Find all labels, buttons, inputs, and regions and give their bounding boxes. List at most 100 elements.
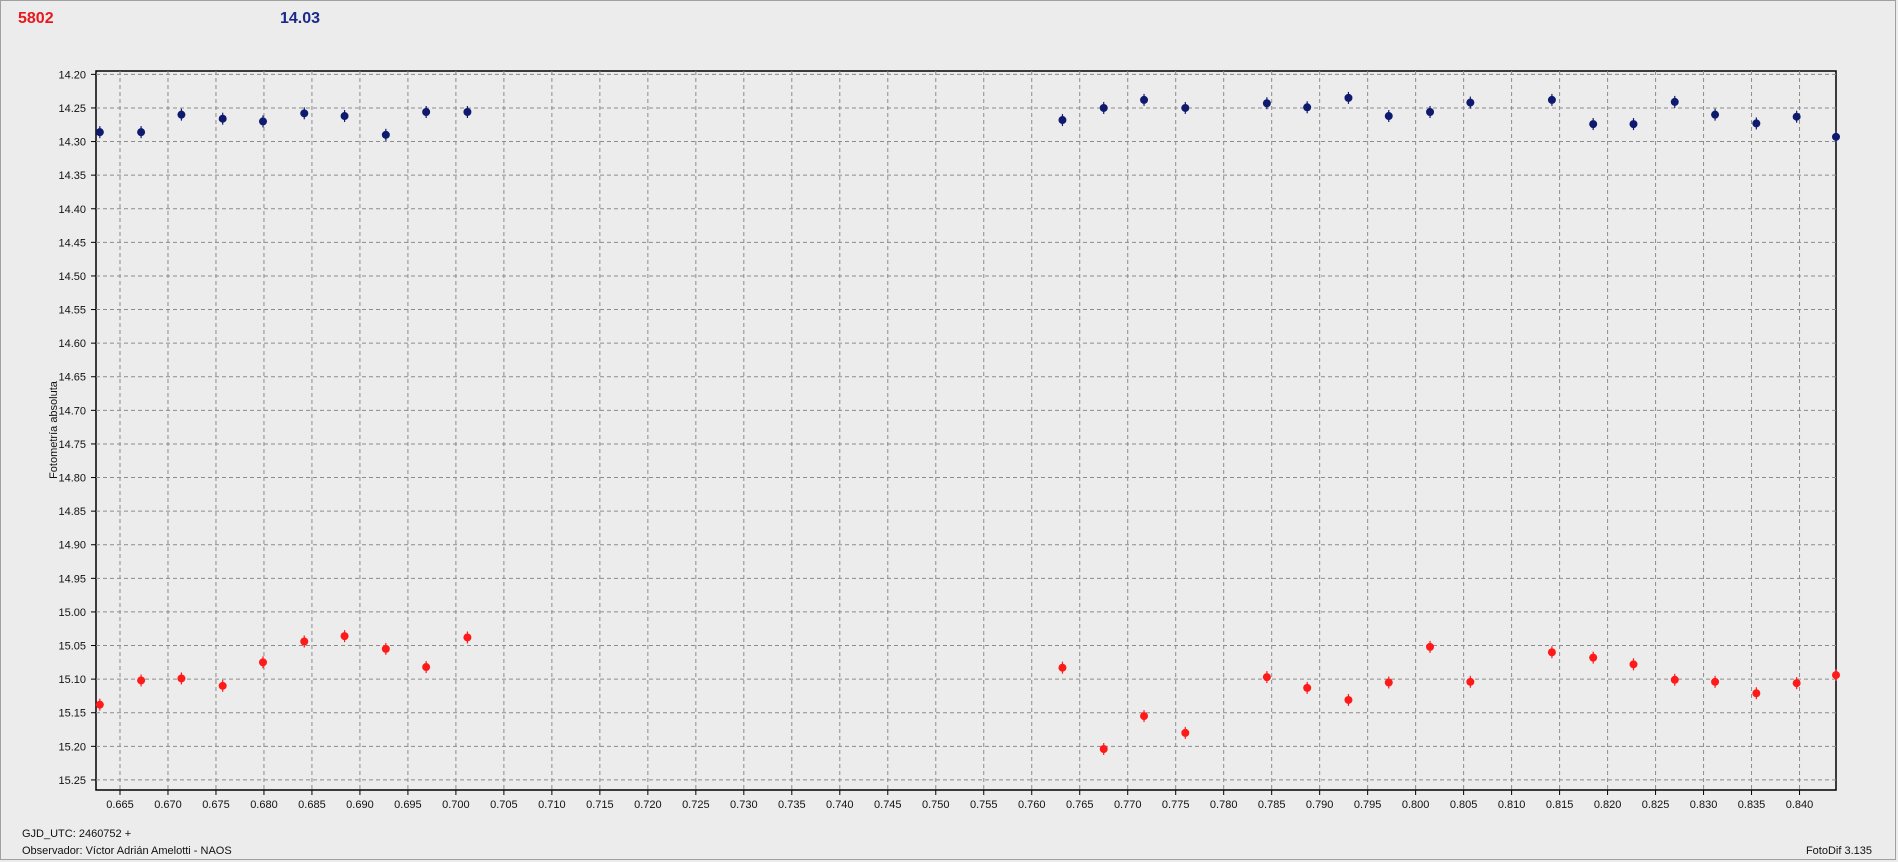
data-point <box>1589 653 1598 662</box>
x-tick-label: 0.830 <box>1690 799 1718 811</box>
data-point <box>137 676 146 685</box>
y-tick-label: 14.25 <box>58 103 86 115</box>
x-tick-label: 0.825 <box>1642 799 1670 811</box>
observer-label: Observador: Víctor Adrián Amelotti - NAO… <box>22 845 232 857</box>
y-tick-label: 15.10 <box>58 674 86 686</box>
y-tick-label: 14.30 <box>58 137 86 149</box>
x-tick-label: 0.770 <box>1114 799 1142 811</box>
data-point <box>218 681 227 690</box>
y-tick-label: 15.00 <box>58 607 86 619</box>
data-point <box>1426 107 1435 116</box>
data-point <box>1466 98 1475 107</box>
y-tick-label: 14.35 <box>58 170 86 182</box>
data-point <box>340 632 349 641</box>
x-tick-label: 0.840 <box>1786 799 1814 811</box>
data-point <box>1262 99 1271 108</box>
data-point <box>1670 675 1679 684</box>
x-axis-ticks: 0.665 0.670 0.675 0.680 0.685 0.690 0.695 0.700… <box>106 790 1813 811</box>
data-point <box>258 658 267 667</box>
x-tick-label: 0.820 <box>1594 799 1622 811</box>
x-tick-label: 0.735 <box>778 799 806 811</box>
data-point <box>463 107 472 116</box>
data-point <box>1344 93 1353 102</box>
x-tick-label: 0.815 <box>1546 799 1574 811</box>
data-point <box>1058 663 1067 672</box>
data-point <box>1589 120 1598 129</box>
y-tick-label: 15.15 <box>58 708 86 720</box>
y-tick-label: 14.60 <box>58 338 86 350</box>
data-point <box>258 117 267 126</box>
x-tick-label: 0.690 <box>346 799 374 811</box>
data-point <box>1629 120 1638 129</box>
y-tick-label: 14.75 <box>58 439 86 451</box>
plot-background <box>95 70 1837 791</box>
x-tick-label: 0.810 <box>1498 799 1526 811</box>
data-point <box>1792 679 1801 688</box>
x-tick-label: 0.765 <box>1066 799 1094 811</box>
data-point <box>1140 95 1149 104</box>
data-point <box>1181 728 1190 737</box>
data-point <box>1547 648 1556 657</box>
data-point <box>340 112 349 121</box>
data-point <box>1099 103 1108 112</box>
data-point <box>1344 695 1353 704</box>
y-tick-label: 15.25 <box>58 775 86 787</box>
x-tick-label: 0.710 <box>538 799 566 811</box>
data-point <box>177 674 186 683</box>
data-point <box>1303 683 1312 692</box>
y-tick-label: 14.70 <box>58 405 86 417</box>
y-tick-label: 15.20 <box>58 741 86 753</box>
x-tick-label: 0.675 <box>202 799 230 811</box>
x-tick-label: 0.805 <box>1450 799 1478 811</box>
x-tick-label: 0.795 <box>1354 799 1382 811</box>
data-point <box>1262 673 1271 682</box>
data-point <box>1832 132 1840 141</box>
y-tick-label: 14.20 <box>58 69 86 81</box>
x-tick-label: 0.775 <box>1162 799 1190 811</box>
y-axis-ticks: 14.20 14.25 14.30 14.35 14.40 14.45 14.50 14.55… <box>58 69 96 787</box>
x-tick-label: 0.705 <box>490 799 518 811</box>
data-point <box>1832 671 1840 680</box>
x-tick-label: 0.745 <box>874 799 902 811</box>
x-tick-label: 0.700 <box>442 799 470 811</box>
data-point <box>1466 677 1475 686</box>
x-tick-label: 0.665 <box>106 799 134 811</box>
x-tick-label: 0.760 <box>1018 799 1046 811</box>
data-point <box>422 663 431 672</box>
data-point <box>1426 642 1435 651</box>
data-point <box>1058 116 1067 125</box>
software-version-label: FotoDif 3.135 <box>1805 845 1872 857</box>
x-tick-label: 0.680 <box>250 799 278 811</box>
y-tick-label: 14.90 <box>58 540 86 552</box>
data-point <box>1384 112 1393 121</box>
data-point <box>463 633 472 642</box>
y-tick-label: 15.05 <box>58 641 86 653</box>
y-tick-label: 14.80 <box>58 473 86 485</box>
y-axis-label: Fotometría absoluta <box>48 380 60 479</box>
data-point <box>1140 712 1149 721</box>
data-point <box>1792 112 1801 121</box>
data-point <box>1099 745 1108 754</box>
x-tick-label: 0.730 <box>730 799 758 811</box>
data-point <box>1181 103 1190 112</box>
x-tick-label: 0.715 <box>586 799 614 811</box>
data-point <box>1752 689 1761 698</box>
y-tick-label: 14.95 <box>58 573 86 585</box>
data-point <box>218 114 227 123</box>
data-point <box>1547 95 1556 104</box>
data-point <box>95 128 104 137</box>
data-point <box>1629 660 1638 669</box>
data-point <box>300 637 309 646</box>
y-tick-label: 14.45 <box>58 237 86 249</box>
x-tick-label: 0.750 <box>922 799 950 811</box>
data-point <box>1711 677 1720 686</box>
x-tick-label: 0.740 <box>826 799 854 811</box>
data-point <box>381 130 390 139</box>
x-tick-label: 0.755 <box>970 799 998 811</box>
x-tick-label: 0.790 <box>1306 799 1334 811</box>
y-tick-label: 14.55 <box>58 305 86 317</box>
x-tick-label: 0.720 <box>634 799 662 811</box>
x-tick-label: 0.670 <box>154 799 182 811</box>
light-curve-chart: 14.20 14.25 14.30 14.35 14.40 14.45 14.50 14.55… <box>48 69 1840 811</box>
data-point <box>177 110 186 119</box>
